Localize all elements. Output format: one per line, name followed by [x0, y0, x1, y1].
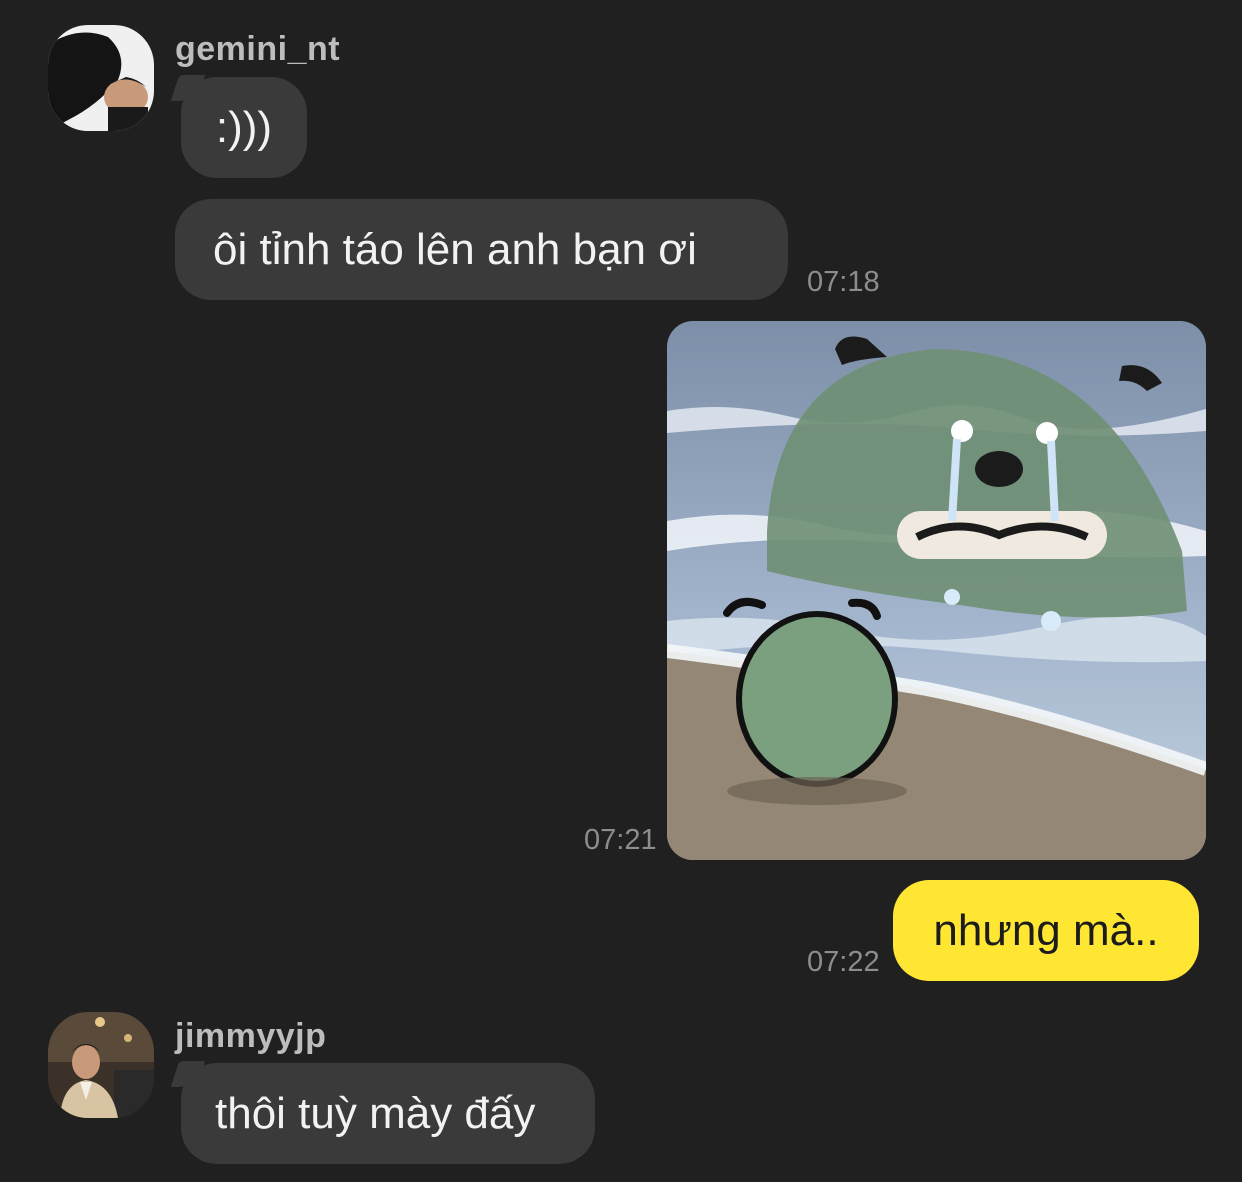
chat-thread[interactable]: gemini_nt :))) ôi tỉnh táo lên anh bạn ơ…	[0, 0, 1242, 1182]
avatar-gemini-nt[interactable]	[48, 25, 154, 131]
message-bubble[interactable]: thôi tuỳ mày đấy	[181, 1063, 595, 1164]
message-timestamp: 07:18	[807, 266, 880, 298]
crying-green-blob-sticker-icon	[667, 321, 1206, 860]
message-text: nhưng mà..	[933, 905, 1159, 955]
message-bubble[interactable]: ôi tỉnh táo lên anh bạn ơi	[175, 199, 788, 300]
message-timestamp: 07:22	[807, 946, 880, 978]
message-timestamp: 07:21	[584, 824, 657, 856]
avatar-photo-icon	[48, 25, 154, 131]
sticker-message[interactable]	[667, 321, 1206, 860]
message-bubble[interactable]: :)))	[181, 77, 307, 178]
message-text: ôi tỉnh táo lên anh bạn ơi	[213, 224, 697, 274]
message-text: :)))	[215, 102, 273, 152]
avatar-photo-icon	[48, 1012, 154, 1118]
message-text: thôi tuỳ mày đấy	[215, 1088, 536, 1138]
my-message-bubble[interactable]: nhưng mà..	[893, 880, 1199, 981]
avatar-jimmyyjp[interactable]	[48, 1012, 154, 1118]
sender-name: jimmyyjp	[175, 1017, 327, 1055]
sender-name: gemini_nt	[175, 30, 341, 68]
